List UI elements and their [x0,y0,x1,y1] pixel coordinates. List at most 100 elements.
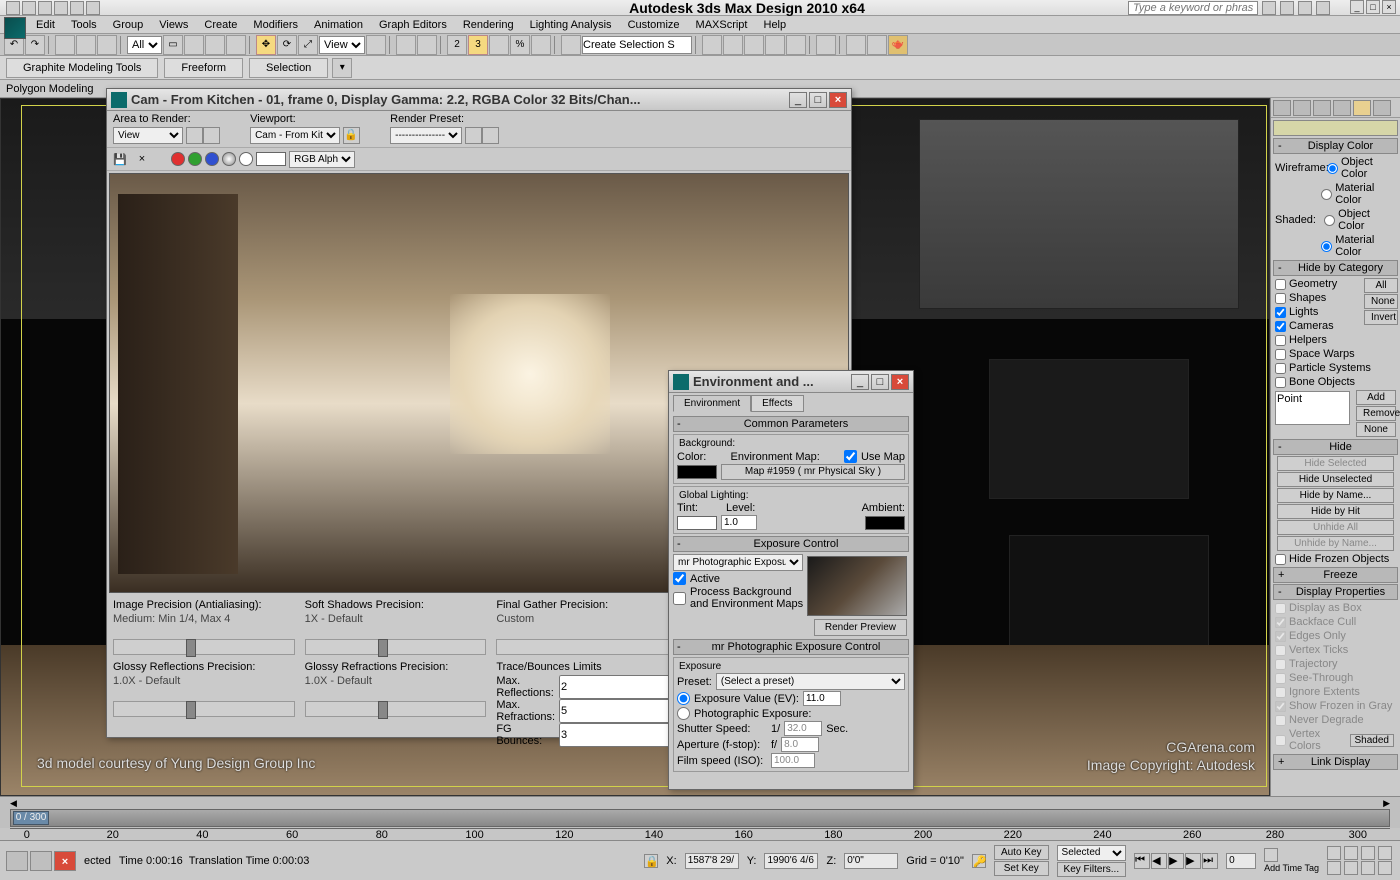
time-config-icon[interactable] [1264,848,1278,862]
help-icon[interactable] [1316,1,1330,15]
level-spinner[interactable] [721,515,757,530]
utilities-tab-icon[interactable] [1373,100,1391,116]
select-by-name-icon[interactable] [184,35,204,55]
coord-x[interactable] [685,853,739,869]
render-production-icon[interactable]: 🫖 [888,35,908,55]
env-titlebar[interactable]: Environment and ... _ □ × [669,371,913,393]
selection-filter[interactable]: All [127,36,162,54]
fov-icon[interactable] [1361,846,1375,860]
bg-color[interactable] [677,465,717,479]
menu-group[interactable]: Group [105,17,152,33]
channel-green-icon[interactable] [188,152,202,166]
tab-environment[interactable]: Environment [673,395,751,412]
modify-tab-icon[interactable] [1293,100,1311,116]
max-toggle-icon[interactable] [1378,861,1392,875]
shutter-speed[interactable] [784,721,822,736]
qa-more-icon[interactable] [86,1,100,15]
object-color-swatch[interactable] [1273,120,1398,136]
favorites-icon[interactable] [1298,1,1312,15]
unhide-all-button[interactable]: Unhide All [1277,520,1394,535]
cat-geometry[interactable] [1275,279,1286,290]
render-preview-button[interactable]: Render Preview [814,619,907,636]
menu-views[interactable]: Views [151,17,196,33]
cat-particles[interactable] [1275,363,1286,374]
binoculars-icon[interactable] [1262,1,1276,15]
menu-modifiers[interactable]: Modifiers [245,17,306,33]
goto-end-icon[interactable]: ⏭ [1202,853,1218,869]
process-bg[interactable] [673,592,686,605]
autokey-button[interactable]: Auto Key [994,845,1049,860]
cat-add-button[interactable]: Add [1356,390,1396,405]
lock-selection-icon[interactable]: 🔒 [644,854,658,868]
cat-all-button[interactable]: All [1364,278,1398,293]
schematic-view-icon[interactable] [786,35,806,55]
hide-selected-button[interactable]: Hide Selected [1277,456,1394,471]
glossy-refr-slider[interactable] [305,701,487,717]
qa-open-icon[interactable] [22,1,36,15]
ev-radio[interactable] [677,692,690,705]
exposure-active[interactable] [673,572,686,585]
wire-object-color[interactable] [1327,163,1338,174]
comm-center-icon[interactable] [1280,1,1294,15]
select-rotate-icon[interactable]: ⟳ [277,35,297,55]
hide-by-name-button[interactable]: Hide by Name... [1277,488,1394,503]
use-map-check[interactable] [844,450,857,463]
auto-region-icon[interactable] [203,127,220,144]
zoom-all-icon[interactable] [1327,861,1341,875]
menu-maxscript[interactable]: MAXScript [688,17,756,33]
tab-graphite-modeling[interactable]: Graphite Modeling Tools [6,58,158,78]
help-search-input[interactable] [1128,1,1258,15]
key-mode-icon[interactable]: 🔑 [972,854,986,868]
zoom-extents-icon[interactable] [1378,846,1392,860]
cat-bones[interactable] [1275,377,1286,388]
mirror-icon[interactable] [702,35,722,55]
link-icon[interactable] [55,35,75,55]
select-region-icon[interactable] [205,35,225,55]
add-time-tag[interactable]: Add Time Tag [1264,863,1319,873]
film-speed[interactable] [771,753,815,768]
wire-material-color[interactable] [1321,189,1332,200]
motion-tab-icon[interactable] [1333,100,1351,116]
script-mini-listener-icon[interactable] [6,851,28,871]
select-object-icon[interactable]: ▭ [163,35,183,55]
rfw-maximize[interactable]: □ [809,92,827,108]
next-frame-icon[interactable]: ▶ [1185,853,1201,869]
rfw-titlebar[interactable]: Cam - From Kitchen - 01, frame 0, Displa… [107,89,851,111]
qa-new-icon[interactable] [6,1,20,15]
layers-icon[interactable] [744,35,764,55]
environment-shortcut-icon[interactable] [482,127,499,144]
polygon-modeling-label[interactable]: Polygon Modeling [6,83,93,95]
env-map-button[interactable]: Map #1959 ( mr Physical Sky ) [721,464,905,480]
cat-lights[interactable] [1275,307,1286,318]
channel-mono-icon[interactable] [239,152,253,166]
unhide-by-name-button[interactable]: Unhide by Name... [1277,536,1394,551]
snap-2d-icon[interactable]: 2 [447,35,467,55]
aperture[interactable] [781,737,819,752]
tab-effects[interactable]: Effects [751,395,803,412]
channel-alpha-icon[interactable] [222,152,236,166]
app-menu-icon[interactable] [4,17,26,39]
menu-create[interactable]: Create [196,17,245,33]
goto-start-icon[interactable]: ⏮ [1134,853,1150,869]
status-close-icon[interactable]: × [54,851,76,871]
keyboard-shortcut-icon[interactable] [417,35,437,55]
bind-spacewarp-icon[interactable] [97,35,117,55]
cat-none-button[interactable]: None [1364,294,1398,309]
align-icon[interactable] [723,35,743,55]
region-icon[interactable] [186,127,203,144]
category-list[interactable]: Point [1275,391,1350,425]
create-tab-icon[interactable] [1273,100,1291,116]
render-setup-icon[interactable] [846,35,866,55]
maximize-button[interactable]: □ [1366,0,1380,14]
close-button[interactable]: × [1382,0,1396,14]
viewport-select[interactable]: Cam - From Kitch [250,127,340,144]
exposure-preset[interactable]: (Select a preset) [716,673,905,690]
pivot-center-icon[interactable] [366,35,386,55]
menu-animation[interactable]: Animation [306,17,371,33]
orbit-icon[interactable] [1361,861,1375,875]
channel-select[interactable]: RGB Alpha [289,151,355,168]
env-maximize[interactable]: □ [871,374,889,390]
bg-color-swatch[interactable] [256,152,286,166]
shadow-precision-slider[interactable] [305,639,487,655]
menu-lighting-analysis[interactable]: Lighting Analysis [522,17,620,33]
